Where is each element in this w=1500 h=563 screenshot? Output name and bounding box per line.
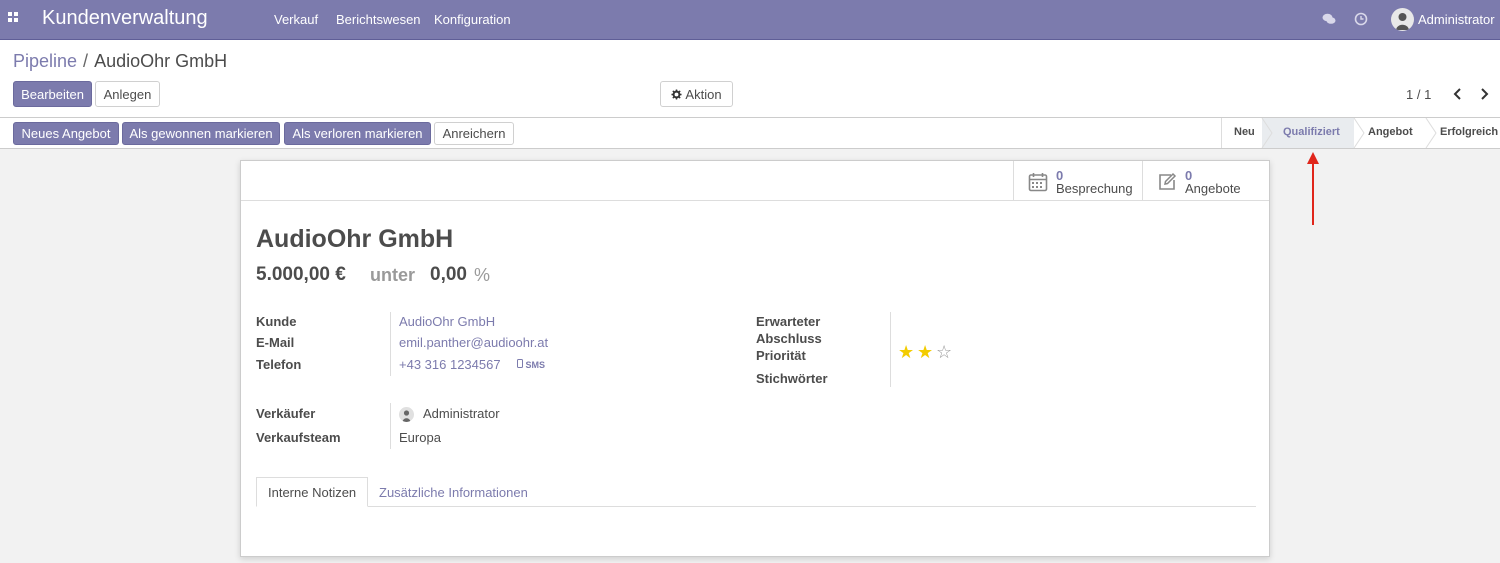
user-name[interactable]: Administrator bbox=[1418, 12, 1495, 27]
notebook-tabs: Interne Notizen Zusätzliche Informatione… bbox=[256, 477, 1256, 507]
quotations-smart-button[interactable]: 0 Angebote bbox=[1142, 161, 1269, 201]
breadcrumb-separator: / bbox=[83, 51, 89, 71]
stage-angebot[interactable]: Angebot bbox=[1368, 126, 1413, 138]
priority-star-icon[interactable]: ★ bbox=[898, 342, 914, 363]
salesperson-value[interactable]: Administrator bbox=[423, 406, 500, 421]
breadcrumb: Pipeline / AudioOhr GmbH bbox=[13, 51, 227, 72]
new-quotation-button[interactable]: Neues Angebot bbox=[13, 122, 119, 145]
status-bar: Neues Angebot Als gewonnen markieren Als… bbox=[0, 118, 1500, 149]
record-title[interactable]: AudioOhr GmbH bbox=[256, 225, 453, 254]
expected-closing-label-line2: Abschluss bbox=[756, 331, 822, 346]
mark-won-button[interactable]: Als gewonnen markieren bbox=[122, 122, 280, 145]
customer-label: Kunde bbox=[256, 314, 297, 329]
mobile-icon bbox=[517, 359, 523, 368]
app-title: Kundenverwaltung bbox=[42, 7, 208, 29]
stage-qualifiziert[interactable]: Qualifiziert bbox=[1283, 126, 1340, 138]
tab-additional-info[interactable]: Zusätzliche Informationen bbox=[368, 477, 539, 507]
email-value[interactable]: emil.panther@audioohr.at bbox=[399, 335, 548, 350]
menu-berichtswesen[interactable]: Berichtswesen bbox=[336, 12, 421, 27]
meetings-smart-button[interactable]: 0 Besprechung bbox=[1013, 161, 1142, 201]
chevron-right-icon[interactable] bbox=[1479, 88, 1489, 100]
priority-star-icon[interactable]: ☆ bbox=[936, 342, 952, 363]
user-avatar[interactable] bbox=[1391, 8, 1414, 31]
salesperson-avatar bbox=[399, 407, 414, 422]
sales-team-value[interactable]: Europa bbox=[399, 430, 441, 445]
mark-lost-button[interactable]: Als verloren markieren bbox=[284, 122, 431, 145]
control-panel: Pipeline / AudioOhr GmbH Bearbeiten Anlege… bbox=[0, 40, 1500, 118]
menu-konfiguration[interactable]: Konfiguration bbox=[434, 12, 511, 27]
pager-value[interactable]: 1 / 1 bbox=[1406, 87, 1431, 102]
top-navbar: Kundenverwaltung Verkauf Berichtswesen K… bbox=[0, 0, 1500, 40]
quotations-label: Angebote bbox=[1185, 181, 1241, 196]
salesperson-label: Verkäufer bbox=[256, 406, 316, 421]
action-button[interactable]: Aktion bbox=[660, 81, 733, 107]
breadcrumb-current: AudioOhr GmbH bbox=[94, 51, 228, 71]
sms-label: SMS bbox=[525, 360, 546, 370]
phone-value[interactable]: +43 316 1234567 bbox=[399, 357, 501, 372]
edit-icon bbox=[1159, 172, 1177, 190]
form-sheet: 0 Besprechung 0 Angebote AudioOhr GmbH 5… bbox=[240, 160, 1270, 557]
smart-button-box: 0 Besprechung 0 Angebote bbox=[241, 161, 1269, 201]
percent-sign: % bbox=[474, 265, 491, 285]
calendar-icon bbox=[1028, 173, 1048, 192]
edit-button[interactable]: Bearbeiten bbox=[13, 81, 92, 107]
action-label: Aktion bbox=[685, 86, 722, 102]
phone-label: Telefon bbox=[256, 357, 302, 372]
field-divider bbox=[390, 312, 391, 376]
priority-label: Priorität bbox=[756, 348, 806, 363]
sales-team-label: Verkaufsteam bbox=[256, 430, 341, 445]
customer-value[interactable]: AudioOhr GmbH bbox=[399, 314, 495, 329]
apps-menu-icon[interactable] bbox=[8, 12, 20, 24]
meetings-label: Besprechung bbox=[1056, 181, 1133, 196]
priority-star-icon[interactable]: ★ bbox=[917, 342, 933, 363]
create-button[interactable]: Anlegen bbox=[95, 81, 160, 107]
stage-erfolgreich[interactable]: Erfolgreich bbox=[1440, 126, 1498, 138]
sms-link[interactable]: SMS bbox=[517, 359, 545, 370]
tags-label: Stichwörter bbox=[756, 371, 828, 386]
chevron-left-icon[interactable] bbox=[1453, 88, 1463, 100]
email-label: E-Mail bbox=[256, 335, 295, 350]
enrich-button[interactable]: Anreichern bbox=[434, 122, 514, 145]
chat-icon[interactable] bbox=[1322, 12, 1336, 26]
gear-icon bbox=[671, 88, 682, 100]
revenue-connector: unter bbox=[370, 265, 415, 285]
tab-internal-notes[interactable]: Interne Notizen bbox=[256, 477, 369, 507]
breadcrumb-pipeline[interactable]: Pipeline bbox=[13, 51, 77, 71]
field-divider-right bbox=[890, 312, 891, 387]
menu-verkauf[interactable]: Verkauf bbox=[274, 12, 318, 27]
stage-neu[interactable]: Neu bbox=[1234, 126, 1255, 138]
expected-revenue[interactable]: 5.000,00 € bbox=[256, 264, 346, 286]
probability-value[interactable]: 0,00 bbox=[430, 264, 467, 286]
clock-icon[interactable] bbox=[1354, 12, 1368, 26]
annotation-arrow-line bbox=[1312, 162, 1314, 225]
expected-closing-label-line1: Erwarteter bbox=[756, 314, 821, 329]
field-divider-sales bbox=[390, 403, 391, 449]
